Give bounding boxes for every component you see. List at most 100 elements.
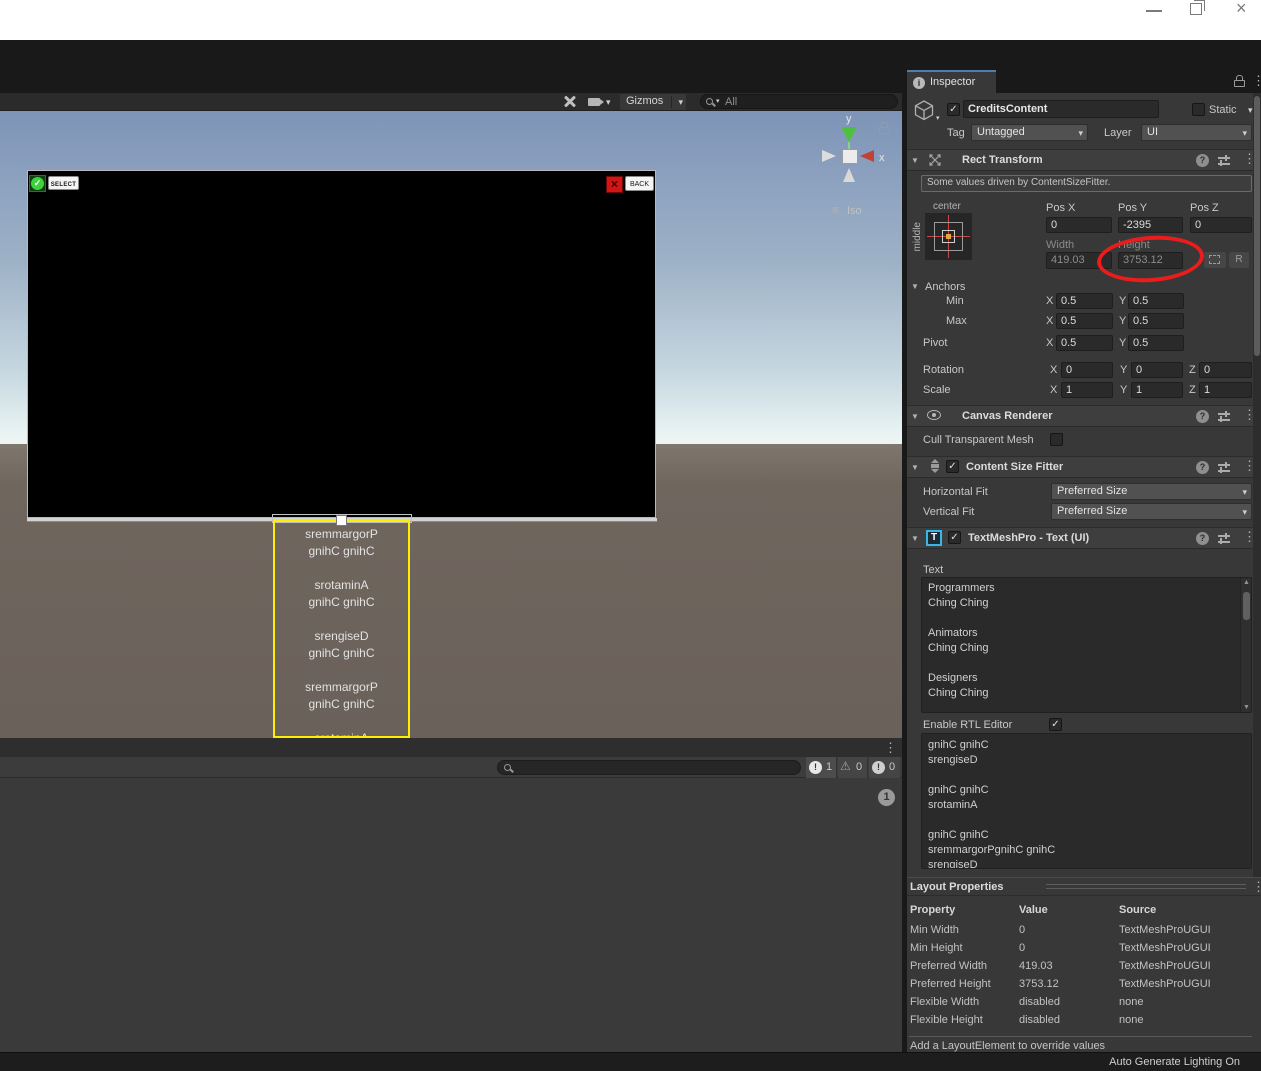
tag-label: Tag <box>947 127 965 139</box>
select-button[interactable]: SELECT <box>48 176 79 190</box>
chevron-down-icon[interactable]: ▾ <box>1248 105 1253 116</box>
lock-icon[interactable] <box>879 122 890 135</box>
anchors-min-y-field[interactable]: 0.5 <box>1128 293 1184 309</box>
tab-inspector[interactable]: i Inspector <box>907 70 996 93</box>
axis-center-cube[interactable] <box>842 149 858 164</box>
table-row: none <box>1119 996 1144 1008</box>
camera-button[interactable]: ▾ <box>586 94 614 110</box>
rtl-text-area[interactable]: gnihC gnihC srengiseD gnihC gnihC srotam… <box>921 733 1252 869</box>
credits-rect-outline[interactable]: sremmargorP gnihC gnihC srotaminA gnihC … <box>273 520 410 738</box>
blueprint-icon <box>1209 255 1220 264</box>
inspector-scrollbar[interactable] <box>1253 93 1261 877</box>
width-label: Width <box>1046 239 1075 251</box>
game-view-surface <box>27 170 656 518</box>
help-icon[interactable]: ? <box>1196 532 1209 545</box>
close-icon[interactable]: × <box>1236 0 1247 19</box>
console-error-toggle[interactable]: ! 0 <box>869 757 900 778</box>
foldout-icon[interactable]: ▼ <box>911 156 919 165</box>
iso-label[interactable]: Iso <box>847 204 862 218</box>
foldout-icon[interactable]: ▼ <box>911 463 919 472</box>
pivot-x-field[interactable]: 0.5 <box>1056 335 1113 351</box>
text-area-content: Programmers Ching Ching Animators Ching … <box>928 582 995 699</box>
layout-properties-header[interactable]: Layout Properties ⋮ <box>907 877 1261 896</box>
iso-lines-icon[interactable]: ≡ <box>832 203 839 217</box>
layout-properties-title: Layout Properties <box>910 881 1004 893</box>
kebab-menu-icon[interactable]: ⋮ <box>1252 74 1261 87</box>
rotation-y-field[interactable]: 0 <box>1131 362 1183 378</box>
scene-search-input[interactable]: ▾ All <box>700 94 898 109</box>
axis-x-cone[interactable] <box>860 150 874 162</box>
anchor-preset-widget[interactable] <box>925 213 972 260</box>
rect-handle[interactable] <box>336 515 347 526</box>
console-content[interactable]: 1 <box>0 778 902 1052</box>
scrollbar-thumb[interactable] <box>1254 96 1260 356</box>
anchors-min-x-field[interactable]: 0.5 <box>1056 293 1113 309</box>
vertical-fit-dropdown[interactable]: Preferred Size ▾ <box>1051 503 1252 520</box>
help-icon[interactable]: ? <box>1196 461 1209 474</box>
help-icon[interactable]: ? <box>1196 154 1209 167</box>
anchors-max-x-field[interactable]: 0.5 <box>1056 313 1113 329</box>
presets-icon[interactable] <box>1218 533 1230 544</box>
rotation-label: Rotation <box>923 364 964 376</box>
table-row: 3753.12 <box>1019 978 1059 990</box>
rotation-z-field[interactable]: 0 <box>1199 362 1252 378</box>
scale-label: Scale <box>923 384 951 396</box>
anchors-max-y-field[interactable]: 0.5 <box>1128 313 1184 329</box>
minimize-icon[interactable] <box>1146 10 1162 12</box>
anchors-label: Anchors <box>925 281 966 293</box>
scrollbar-thumb[interactable] <box>1243 592 1250 620</box>
active-checkbox[interactable]: ✓ <box>947 103 960 116</box>
layout-properties-footer: Add a LayoutElement to override values <box>910 1040 1106 1052</box>
scale-y-field[interactable]: 1 <box>1131 382 1183 398</box>
pos-y-field[interactable]: -2395 <box>1118 217 1183 233</box>
presets-icon[interactable] <box>1218 462 1230 473</box>
restore-icon[interactable] <box>1190 0 1205 15</box>
console-search-input[interactable] <box>497 760 801 775</box>
help-icon[interactable]: ? <box>1196 410 1209 423</box>
gizmos-dropdown[interactable]: Gizmos ▾ <box>620 94 686 110</box>
scroll-down-icon[interactable]: ▼ <box>1243 704 1250 711</box>
kebab-menu-icon[interactable]: ⋮ <box>884 741 897 754</box>
presets-icon[interactable] <box>1218 411 1230 422</box>
layer-dropdown[interactable]: UI ▾ <box>1141 124 1252 141</box>
enable-rtl-editor-checkbox[interactable]: ✓ <box>1049 718 1062 731</box>
text-area[interactable]: Programmers Ching Ching Animators Ching … <box>921 577 1252 713</box>
gameobject-name-field[interactable]: CreditsContent <box>963 100 1159 118</box>
raw-edit-button[interactable]: R <box>1229 252 1249 268</box>
textmeshpro-checkbox[interactable]: ✓ <box>948 531 961 544</box>
static-checkbox[interactable] <box>1192 103 1205 116</box>
col-value: Value <box>1019 904 1048 916</box>
foldout-icon[interactable]: ▼ <box>911 282 919 291</box>
table-row: TextMeshProUGUI <box>1119 924 1211 936</box>
tools-icon[interactable] <box>562 94 578 110</box>
lock-icon[interactable] <box>1234 75 1245 88</box>
axis-y-cone[interactable] <box>841 127 857 142</box>
pivot-y-field[interactable]: 0.5 <box>1128 335 1184 351</box>
drag-handle-lines[interactable] <box>1046 884 1246 889</box>
cull-transparent-mesh-checkbox[interactable] <box>1050 433 1063 446</box>
presets-icon[interactable] <box>1218 155 1230 166</box>
axis-bottom-cone[interactable] <box>843 168 855 182</box>
horizontal-fit-dropdown[interactable]: Preferred Size ▾ <box>1051 483 1252 500</box>
rotation-x-field[interactable]: 0 <box>1061 362 1113 378</box>
console-info-toggle[interactable]: ! 1 <box>806 757 837 778</box>
content-size-fitter-checkbox[interactable]: ✓ <box>946 460 959 473</box>
axis-left-cone[interactable] <box>822 150 836 162</box>
enable-rtl-editor-label: Enable RTL Editor <box>923 719 1013 731</box>
back-button[interactable]: BACK <box>625 176 654 191</box>
foldout-icon[interactable]: ▼ <box>911 534 919 543</box>
blueprint-mode-button[interactable] <box>1204 252 1226 268</box>
table-row: Min Width <box>910 924 959 936</box>
foldout-icon[interactable]: ▼ <box>911 412 919 421</box>
pos-z-field[interactable]: 0 <box>1190 217 1252 233</box>
scale-z-field[interactable]: 1 <box>1199 382 1252 398</box>
tag-dropdown[interactable]: Untagged ▾ <box>971 124 1088 141</box>
scale-x-field[interactable]: 1 <box>1061 382 1113 398</box>
pos-x-field[interactable]: 0 <box>1046 217 1112 233</box>
scroll-up-icon[interactable]: ▲ <box>1243 579 1250 586</box>
chevron-down-icon[interactable]: ▾ <box>936 114 940 122</box>
scene-canvas[interactable]: ✓ SELECT × BACK y x ≡ Iso sremmargorP gn… <box>0 111 902 738</box>
kebab-menu-icon[interactable]: ⋮ <box>1252 880 1261 893</box>
console-warning-toggle[interactable]: ⚠ 0 <box>838 757 868 778</box>
text-area-scrollbar[interactable]: ▲ ▼ <box>1240 578 1251 712</box>
